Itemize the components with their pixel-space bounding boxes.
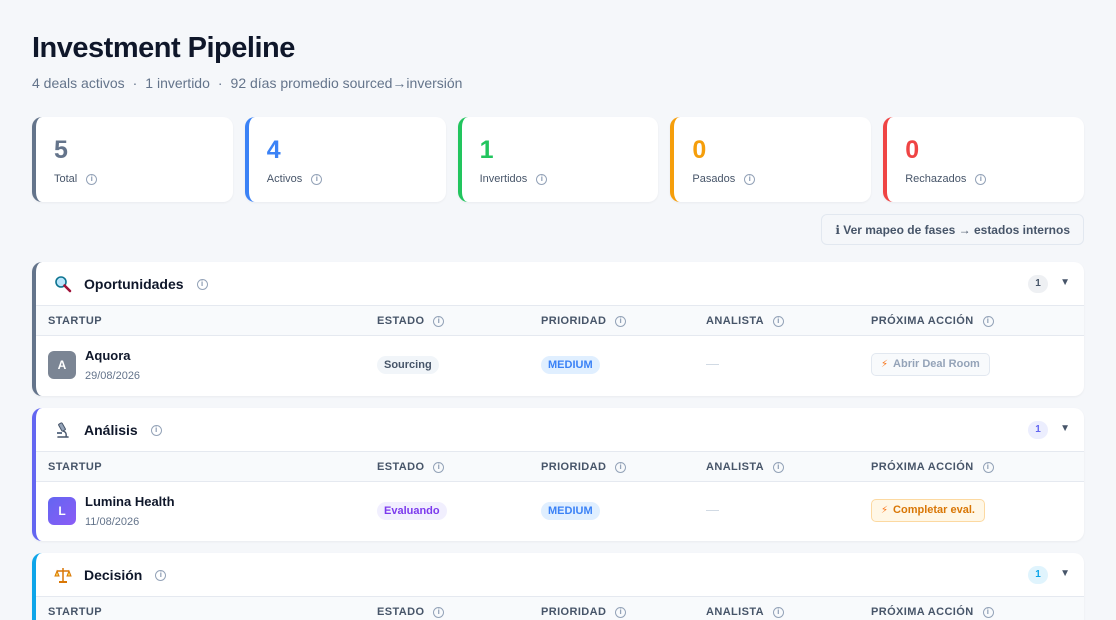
bolt-icon: ⚡	[881, 359, 889, 370]
info-icon[interactable]: i	[982, 315, 994, 327]
column-estado: ESTADO	[377, 315, 425, 327]
avatar: L	[48, 497, 76, 525]
section-analisis: Análisis i 1 ▼ STARTUP ESTADO i PRIORIDAD i…	[32, 408, 1084, 541]
stat-card-invested: 1 Invertidos i	[457, 117, 659, 202]
section-title: Decisión	[84, 567, 143, 583]
chevron-down-icon[interactable]: ▼	[1060, 423, 1070, 434]
phase-mapping-button[interactable]: ℹ Ver mapeo de fases → estados internos	[821, 214, 1084, 245]
priority-badge: MEDIUM	[541, 502, 600, 520]
section-header[interactable]: Oportunidades i 1 ▼	[36, 262, 1084, 306]
info-icon[interactable]: i	[615, 315, 627, 327]
info-icon[interactable]: i	[433, 606, 445, 618]
table-header: STARTUP ESTADO i PRIORIDAD i ANALISTA i PRÓ…	[36, 306, 1084, 336]
pipeline-summary: 4 deals activos · 1 invertido · 92 días prom…	[32, 75, 463, 91]
table-header: STARTUP ESTADO i PRIORIDAD i ANALISTA i PRÓ…	[36, 597, 1084, 620]
column-startup: STARTUP	[48, 461, 102, 473]
info-icon[interactable]: i	[155, 569, 167, 581]
startup-date: 29/08/2026	[85, 370, 141, 382]
stat-card-active: 4 Activos i	[244, 117, 446, 202]
info-icon[interactable]: i	[615, 606, 627, 618]
stat-label: Invertidos	[479, 173, 528, 185]
analyst-value: —	[706, 356, 719, 371]
column-proxima-accion: PRÓXIMA ACCIÓN	[871, 461, 974, 473]
count-badge: 1	[1028, 275, 1048, 293]
stat-card-passed: 0 Pasados i	[670, 117, 872, 202]
section-title: Oportunidades	[84, 276, 184, 292]
microscope-icon	[57, 422, 69, 438]
avatar: A	[48, 351, 76, 379]
stat-value: 4	[266, 136, 281, 164]
balance-scale-icon	[54, 568, 72, 583]
table-header: STARTUP ESTADO i PRIORIDAD i ANALISTA i PRÓ…	[36, 452, 1084, 482]
priority-badge: MEDIUM	[541, 356, 600, 374]
stat-label: Pasados	[692, 173, 736, 185]
summary-avg-days: 92 días promedio sourced→inversión	[230, 75, 463, 91]
section-oportunidades: Oportunidades i 1 ▼ STARTUP ESTADO i PRIOR…	[32, 262, 1084, 396]
chevron-down-icon[interactable]: ▼	[1060, 277, 1070, 288]
column-prioridad: PRIORIDAD	[541, 461, 607, 473]
info-icon[interactable]: i	[773, 606, 784, 618]
info-icon[interactable]: i	[773, 461, 784, 473]
magnifier-icon	[55, 276, 72, 293]
column-prioridad: PRIORIDAD	[541, 315, 607, 327]
summary-invested: 1 invertido	[145, 75, 210, 91]
stat-label: Total	[54, 173, 78, 185]
status-badge: Evaluando	[377, 502, 447, 520]
info-icon[interactable]: i	[86, 173, 98, 185]
bolt-icon: ⚡	[881, 505, 889, 516]
summary-active: 4 deals activos	[32, 75, 125, 91]
analyst-value: —	[706, 502, 719, 517]
stat-value: 5	[54, 136, 68, 164]
column-estado: ESTADO	[377, 606, 425, 618]
status-badge: Sourcing	[377, 356, 439, 374]
column-estado: ESTADO	[377, 461, 425, 473]
complete-eval-button[interactable]: ⚡ Completar eval.	[871, 499, 985, 522]
info-icon[interactable]: i	[433, 315, 445, 327]
count-badge: 1	[1028, 421, 1048, 439]
startup-name[interactable]: Aquora	[85, 348, 131, 363]
column-analista: ANALISTA	[706, 606, 764, 618]
info-icon[interactable]: i	[196, 278, 208, 290]
section-header[interactable]: Decisión i 1 ▼	[36, 553, 1084, 597]
stats-row: 5 Total i 4 Activos i 1 Invertidos i 0 Pasa…	[32, 117, 1084, 202]
column-analista: ANALISTA	[706, 461, 764, 473]
open-deal-room-button[interactable]: ⚡ Abrir Deal Room	[871, 353, 990, 376]
table-row[interactable]: L Lumina Health 11/08/2026 Evaluando MED…	[36, 482, 1084, 540]
info-icon[interactable]: i	[975, 173, 987, 185]
stat-value: 0	[692, 136, 707, 164]
section-title: Análisis	[84, 422, 138, 438]
info-icon[interactable]: i	[744, 173, 756, 185]
startup-name[interactable]: Lumina Health	[85, 494, 175, 509]
info-icon[interactable]: i	[773, 315, 784, 327]
action-label: Completar eval.	[893, 504, 975, 516]
startup-date: 11/08/2026	[85, 516, 140, 528]
stat-value: 0	[905, 136, 920, 164]
page-title: Investment Pipeline	[32, 32, 295, 64]
stat-label: Rechazados	[905, 173, 967, 185]
stat-value: 1	[479, 136, 494, 164]
section-decision: Decisión i 1 ▼ STARTUP ESTADO i PRIORIDAD i…	[32, 553, 1084, 620]
stat-card-rejected: 0 Rechazados i	[883, 117, 1084, 202]
column-prioridad: PRIORIDAD	[541, 606, 607, 618]
info-icon[interactable]: i	[982, 461, 994, 473]
info-icon[interactable]: i	[311, 173, 323, 185]
info-icon[interactable]: i	[615, 461, 627, 473]
column-startup: STARTUP	[48, 315, 102, 327]
section-header[interactable]: Análisis i 1 ▼	[36, 408, 1084, 452]
count-badge: 1	[1028, 566, 1048, 584]
info-icon[interactable]: i	[536, 173, 548, 185]
stat-card-total: 5 Total i	[32, 117, 233, 202]
column-analista: ANALISTA	[706, 315, 764, 327]
stat-label: Activos	[266, 173, 303, 185]
table-row[interactable]: A Aquora 29/08/2026 Sourcing MEDIUM — ⚡ A…	[36, 336, 1084, 394]
chevron-down-icon[interactable]: ▼	[1060, 568, 1070, 579]
column-proxima-accion: PRÓXIMA ACCIÓN	[871, 606, 974, 618]
info-icon[interactable]: i	[433, 461, 445, 473]
info-icon[interactable]: i	[150, 424, 162, 436]
info-icon[interactable]: i	[982, 606, 994, 618]
column-startup: STARTUP	[48, 606, 102, 618]
action-label: Abrir Deal Room	[893, 358, 980, 370]
column-proxima-accion: PRÓXIMA ACCIÓN	[871, 315, 974, 327]
